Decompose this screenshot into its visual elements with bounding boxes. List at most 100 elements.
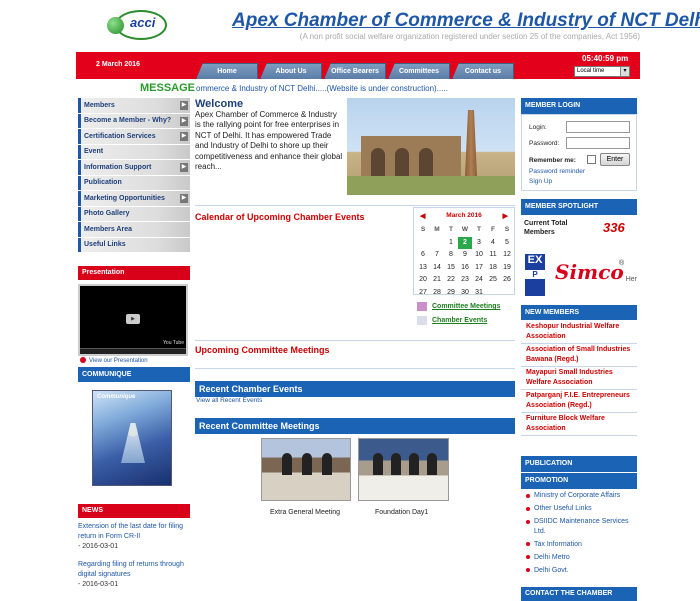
member-count-value: 336 — [603, 220, 625, 235]
calendar-day[interactable]: 1 — [444, 237, 458, 250]
calendar-day[interactable]: 10 — [472, 249, 486, 262]
news-list: Extension of the last date for filing re… — [78, 518, 190, 590]
calendar-day[interactable]: 12 — [500, 249, 514, 262]
logo[interactable]: acci — [107, 8, 167, 42]
link-other-useful-links[interactable]: Other Useful Links — [521, 504, 637, 514]
video-controls-bar[interactable] — [80, 348, 186, 354]
calendar-day[interactable]: 25 — [486, 274, 500, 287]
link-delhi-metro[interactable]: Delhi Metro — [521, 553, 637, 563]
communique-cover-image[interactable]: Communique — [92, 390, 172, 486]
calendar-day[interactable]: 14 — [430, 262, 444, 275]
calendar-day[interactable]: 31 — [472, 287, 486, 300]
view-all-events-link[interactable]: View all Recent Events — [196, 397, 262, 404]
tab-committees[interactable]: Committees — [388, 63, 450, 79]
sponsor-left-sub: P — [525, 270, 545, 279]
legend-chamber-events[interactable]: Chamber Events — [417, 316, 500, 325]
new-member-item[interactable]: Keshopur Industrial Welfare Association — [521, 321, 637, 344]
sidebar-item-photo-gallery[interactable]: Photo Gallery — [78, 206, 190, 222]
meeting-photo[interactable] — [358, 438, 449, 501]
calendar-day[interactable]: 3 — [472, 237, 486, 250]
new-member-item[interactable]: Patparganj F.I.E. Entrepreneurs Associat… — [521, 390, 637, 413]
calendar-day[interactable]: 30 — [458, 287, 472, 300]
publication-promotion: PUBLICATION PROMOTION — [521, 456, 637, 490]
tab-office-bearers[interactable]: Office Bearers — [324, 63, 386, 79]
news-item-link[interactable]: Extension of the last date for filing re… — [78, 522, 190, 542]
tab-about-us[interactable]: About Us — [260, 63, 322, 79]
calendar-day[interactable]: 22 — [444, 274, 458, 287]
calendar-day[interactable]: 18 — [486, 262, 500, 275]
photo-caption[interactable]: Extra General Meeting — [270, 509, 340, 516]
calendar-day[interactable]: 13 — [416, 262, 430, 275]
calendar-day[interactable]: 9 — [458, 249, 472, 262]
next-month-icon[interactable]: ▶ — [503, 212, 508, 220]
photo-caption[interactable]: Foundation Day1 — [375, 509, 428, 516]
calendar-day[interactable]: 29 — [444, 287, 458, 300]
sidebar-item-become-member[interactable]: Become a Member - Why? ▶ — [78, 113, 190, 129]
sidebar-item-members[interactable]: Members ▶ — [78, 98, 190, 114]
calendar-day[interactable]: 7 — [430, 249, 444, 262]
news-item-date: - 2016-03-01 — [78, 581, 119, 588]
sidebar-item-event[interactable]: Event — [78, 144, 190, 160]
promotion-link[interactable]: PROMOTION — [521, 473, 637, 489]
password-input[interactable] — [566, 137, 630, 149]
calendar-day[interactable]: 6 — [416, 249, 430, 262]
presentation-video-player[interactable]: ▶ You Tube — [78, 284, 188, 356]
sign-up-link[interactable]: Sign Up — [529, 178, 552, 185]
calendar-day[interactable]: 15 — [444, 262, 458, 275]
link-delhi-govt[interactable]: Delhi Govt. — [521, 566, 637, 576]
new-member-item[interactable]: Mayapuri Small Industries Welfare Associ… — [521, 367, 637, 390]
password-reminder-link[interactable]: Password reminder — [529, 168, 585, 175]
enter-button[interactable]: Enter — [600, 153, 630, 166]
calendar-weekday: F — [491, 226, 495, 233]
meeting-photo[interactable] — [261, 438, 351, 501]
sidebar-item-members-area[interactable]: Members Area — [78, 222, 190, 238]
tab-home[interactable]: Home — [196, 63, 258, 79]
sidebar-item-publication[interactable]: Publication — [78, 175, 190, 191]
chevron-down-icon: ▾ — [620, 67, 629, 76]
person-shape — [302, 453, 312, 475]
new-members-header: NEW MEMBERS — [521, 305, 637, 320]
contact-chamber-header[interactable]: CONTACT THE CHAMBER — [521, 587, 637, 601]
calendar-day[interactable]: 24 — [472, 274, 486, 287]
calendar-day[interactable]: 20 — [416, 274, 430, 287]
site-title[interactable]: Apex Chamber of Commerce & Industry of N… — [232, 10, 700, 32]
calendar-day[interactable]: 4 — [486, 237, 500, 250]
legend-committee-meetings[interactable]: Committee Meetings — [417, 302, 500, 311]
news-item-link[interactable]: Regarding filing of returns through digi… — [78, 560, 190, 580]
calendar-day[interactable]: 11 — [486, 249, 500, 262]
link-dsiidc[interactable]: DSIIDC Maintenance Services Ltd. — [521, 517, 637, 536]
tab-contact-us[interactable]: Contact us — [452, 63, 514, 79]
sidebar-item-information-support[interactable]: Information Support ▶ — [78, 160, 190, 176]
timezone-select[interactable]: Local time ▾ — [574, 66, 630, 77]
site-subtitle: (A non profit social welfare organizatio… — [299, 32, 640, 41]
new-member-item[interactable]: Furniture Block Welfare Association — [521, 413, 637, 436]
calendar-day[interactable]: 5 — [500, 237, 514, 250]
publication-link[interactable]: PUBLICATION — [521, 456, 637, 472]
calendar-month: March 2016 — [446, 212, 482, 219]
calendar-day[interactable]: 21 — [430, 274, 444, 287]
new-member-item[interactable]: Association of Small Industries Bawana (… — [521, 344, 637, 367]
login-input[interactable] — [566, 121, 630, 133]
sidebar-item-certification[interactable]: Certification Services ▶ — [78, 129, 190, 145]
calendar-day[interactable]: 8 — [444, 249, 458, 262]
calendar-day[interactable]: 23 — [458, 274, 472, 287]
link-tax-information[interactable]: Tax Information — [521, 540, 637, 550]
calendar-day[interactable]: 17 — [472, 262, 486, 275]
legend-label: Chamber Events — [432, 317, 488, 324]
member-spotlight: MEMBER SPOTLIGHT Current Total Members 3… — [521, 199, 637, 249]
calendar-day[interactable]: 26 — [500, 274, 514, 287]
calendar-weekday: M — [434, 226, 440, 233]
prev-month-icon[interactable]: ◀ — [420, 212, 425, 220]
calendar-day[interactable]: 27 — [416, 287, 430, 300]
sidebar-item-marketing[interactable]: Marketing Opportunities ▶ — [78, 191, 190, 207]
calendar-day[interactable]: 16 — [458, 262, 472, 275]
link-ministry-corporate-affairs[interactable]: Ministry of Corporate Affairs — [521, 491, 637, 501]
calendar-day[interactable]: 19 — [500, 262, 514, 275]
calendar-day[interactable]: 28 — [430, 287, 444, 300]
sidebar-item-useful-links[interactable]: Useful Links — [78, 237, 190, 253]
remember-checkbox[interactable] — [587, 155, 596, 164]
calendar-day[interactable]: 2 — [458, 236, 472, 249]
view-presentation-link[interactable]: View our Presentation — [80, 357, 148, 364]
play-icon[interactable]: ▶ — [126, 314, 140, 324]
sponsor-banner[interactable]: EX P Simco ® Her — [525, 254, 637, 296]
